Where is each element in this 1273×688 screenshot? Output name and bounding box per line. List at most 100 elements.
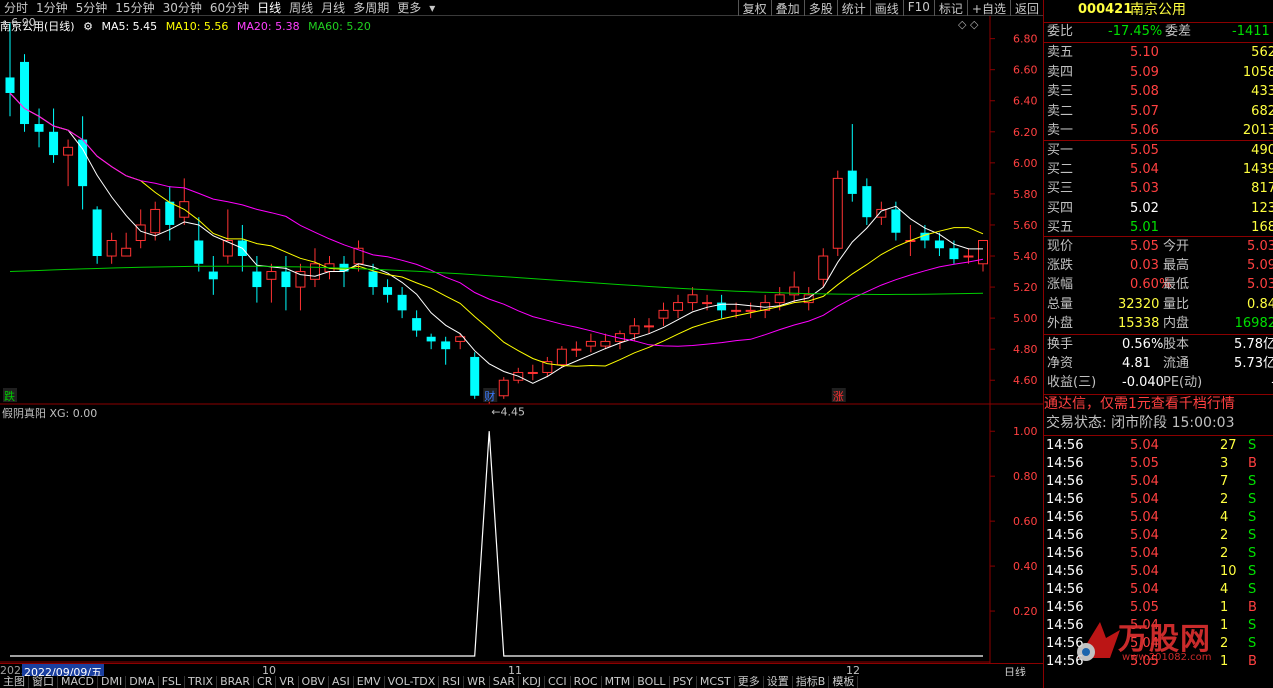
candle-body-down	[252, 271, 262, 288]
indicator-tab[interactable]: BRAR	[217, 676, 255, 688]
period-tab[interactable]: 15分钟	[111, 0, 158, 16]
indicator-tab[interactable]: MACD	[58, 676, 98, 688]
finance-value: 4.81	[1122, 356, 1151, 371]
indicator-tab[interactable]: 主图	[0, 676, 29, 688]
period-tab[interactable]: 多周期	[349, 0, 393, 16]
indicator-tab[interactable]: 窗口	[29, 676, 58, 688]
order-volume: 168	[1251, 219, 1273, 235]
candle-body-down	[165, 201, 175, 225]
stats-button[interactable]: 统计	[836, 0, 870, 16]
candle-body-down	[934, 240, 944, 249]
indicator-tab[interactable]: CR	[254, 676, 277, 688]
order-volume: 1439	[1242, 162, 1273, 178]
tick-price: 5.04	[1130, 546, 1159, 561]
indicator-tab[interactable]: FSL	[159, 676, 185, 688]
order-volume: 490	[1251, 143, 1273, 158]
tick-volume: 2	[1220, 528, 1229, 543]
indicator-tab[interactable]: VOL-TDX	[385, 676, 440, 688]
multi-stock-button[interactable]: 多股	[803, 0, 837, 16]
event-marker: 跌	[4, 389, 15, 403]
more-periods-button[interactable]: 更多	[393, 0, 425, 16]
indicator-tab[interactable]: 指标B	[793, 676, 830, 688]
tick-time: 14:56	[1046, 582, 1084, 597]
draw-line-button[interactable]: 画线	[869, 0, 903, 16]
order-price: 5.09	[1130, 64, 1159, 80]
finance-label: 股本	[1163, 337, 1190, 352]
indicator-tab[interactable]: VR	[276, 676, 299, 688]
quote-value: 0.03	[1130, 258, 1159, 274]
tick-side: S	[1248, 474, 1257, 489]
period-tab[interactable]: 分时	[0, 0, 32, 16]
sell-row: 卖二 5.07 682	[1044, 102, 1273, 121]
order-price: 5.03	[1130, 181, 1159, 197]
candle-body-up	[687, 294, 698, 304]
indicator-tab[interactable]: ROC	[571, 676, 602, 688]
quote-row: 总量 32320 量比 0.84	[1044, 295, 1273, 314]
back-button[interactable]: 返回	[1009, 0, 1043, 16]
indicator-tab[interactable]: MTM	[602, 676, 635, 688]
adjust-button[interactable]: 复权	[737, 0, 771, 16]
price-tick-label: 6.80	[1013, 33, 1038, 46]
stock-name: 南京公用	[1130, 2, 1186, 18]
candle-body-up	[629, 325, 640, 335]
period-tab[interactable]: 30分钟	[159, 0, 206, 16]
stock-header: 000421 南京公用	[1044, 0, 1273, 22]
indicator-tab[interactable]: 更多	[735, 676, 764, 688]
indicator-tab[interactable]: SAR	[490, 676, 520, 688]
candle-body-up	[585, 340, 596, 347]
indicator-tab[interactable]: ASI	[329, 676, 354, 688]
order-volume: 2013	[1242, 123, 1273, 138]
indicator-tab[interactable]: BOLL	[634, 676, 670, 688]
order-level-label: 卖二	[1047, 103, 1074, 119]
indicator-tab[interactable]: OBV	[299, 676, 329, 688]
order-price: 5.08	[1130, 84, 1159, 99]
indicator-tab[interactable]: KDJ	[519, 676, 545, 688]
indicator-tab[interactable]: DMA	[126, 676, 159, 688]
period-tab-active[interactable]: 日线	[253, 0, 285, 16]
order-level-label: 卖五	[1047, 45, 1074, 60]
candle-body-up	[702, 302, 713, 305]
period-tab[interactable]: 60分钟	[206, 0, 253, 16]
mark-button[interactable]: 标记	[933, 0, 967, 16]
quote-value: 5.03	[1247, 277, 1273, 293]
period-tab[interactable]: 5分钟	[72, 0, 112, 16]
promo-link[interactable]: 通达信，仅需1元查看千档行情	[1044, 394, 1273, 413]
tick-time: 14:56	[1046, 456, 1084, 471]
indicator-tab[interactable]: TRIX	[185, 676, 218, 688]
high-price-label: ←6.90	[2, 16, 36, 29]
candle-body-up	[150, 208, 161, 234]
indicator-tab[interactable]: MCST	[697, 676, 735, 688]
indicator-tick-label: 0.40	[1013, 560, 1038, 573]
tick-side: B	[1248, 600, 1257, 615]
f10-button[interactable]: F10	[902, 0, 934, 16]
period-tab[interactable]: 周线	[285, 0, 317, 16]
candle-body-down	[34, 124, 44, 132]
indicator-tab[interactable]: RSI	[439, 676, 465, 688]
indicator-tab[interactable]: WR	[464, 676, 490, 688]
weibi-row: 委比 -17.45% 委差 -1411	[1044, 22, 1273, 41]
finance-block: 换手 0.56% 股本 5.78亿 净资 4.81 流通 5.73亿 收益(三) -0.040 PE…	[1044, 334, 1273, 394]
indicator-tab[interactable]: 设置	[764, 676, 793, 688]
tick-side: S	[1248, 564, 1257, 579]
candle-body-down	[208, 271, 218, 280]
dropdown-arrow-icon[interactable]: ▾	[425, 1, 439, 15]
order-level-label: 买三	[1047, 181, 1074, 197]
add-favorite-button[interactable]: +自选	[966, 0, 1010, 16]
price-tick-label: 6.00	[1013, 157, 1038, 170]
quote-label: 涨跌	[1047, 258, 1074, 274]
candle-body-down	[368, 271, 378, 288]
indicator-tab[interactable]: PSY	[670, 676, 697, 688]
indicator-tab[interactable]: 模板	[829, 676, 859, 688]
candle-body-down	[49, 131, 59, 156]
finance-value: -0.040	[1122, 375, 1164, 390]
indicator-tab[interactable]: DMI	[98, 676, 127, 688]
overlay-button[interactable]: 叠加	[770, 0, 804, 16]
period-tab[interactable]: 1分钟	[32, 0, 72, 16]
tick-price: 5.05	[1130, 456, 1159, 471]
buy-row: 买二 5.04 1439	[1044, 160, 1273, 179]
indicator-tab[interactable]: EMV	[354, 676, 385, 688]
indicator-tab[interactable]: CCI	[545, 676, 571, 688]
period-tab[interactable]: 月线	[317, 0, 349, 16]
quote-label: 外盘	[1047, 315, 1074, 331]
tick-row: 14:56 5.04 4 S	[1044, 580, 1273, 599]
